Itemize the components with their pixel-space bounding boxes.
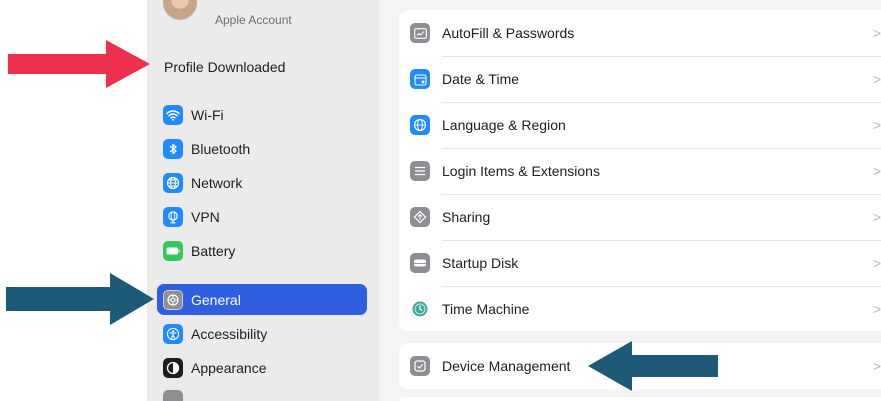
- avatar: [163, 0, 197, 20]
- row-label: Login Items & Extensions: [442, 163, 600, 179]
- sidebar-item-network[interactable]: Network: [157, 168, 367, 198]
- row-date-time[interactable]: Date & Time >: [399, 56, 881, 102]
- sidebar-item-label: Battery: [191, 243, 236, 259]
- sidebar-item-appearance[interactable]: Appearance: [157, 353, 367, 383]
- row-time-machine[interactable]: Time Machine >: [399, 286, 881, 332]
- globe-icon: [163, 173, 183, 193]
- apple-account-row[interactable]: Apple Account: [147, 0, 379, 40]
- chevron-right-icon: >: [872, 209, 881, 225]
- sidebar-item-label: VPN: [191, 209, 220, 225]
- row-startup-disk[interactable]: Startup Disk >: [399, 240, 881, 286]
- row-language-region[interactable]: Language & Region >: [399, 102, 881, 148]
- sidebar-item-bluetooth[interactable]: Bluetooth: [157, 134, 367, 164]
- time-machine-icon: [410, 299, 430, 319]
- vpn-icon: [163, 207, 183, 227]
- blue-arrow-device-management-annotation: [588, 341, 718, 391]
- chevron-right-icon: >: [872, 71, 881, 87]
- sidebar-item-label: General: [191, 291, 241, 308]
- autofill-icon: [410, 23, 430, 43]
- sidebar-item-battery[interactable]: Battery: [157, 236, 367, 266]
- row-label: Sharing: [442, 209, 491, 225]
- general-settings-group: AutoFill & Passwords > Date & Time > Lan…: [399, 10, 881, 331]
- sharing-icon: [410, 207, 430, 227]
- calendar-icon: [410, 69, 430, 89]
- chevron-right-icon: >: [872, 255, 881, 271]
- gear-icon: [163, 289, 183, 310]
- row-autofill-passwords[interactable]: AutoFill & Passwords >: [399, 10, 881, 56]
- row-label: Device Management: [442, 358, 571, 374]
- sidebar-item-label: Bluetooth: [191, 141, 251, 157]
- row-label: Time Machine: [442, 301, 530, 317]
- sidebar-item-label: Wi-Fi: [191, 107, 224, 123]
- chevron-right-icon: >: [872, 25, 881, 41]
- chevron-right-icon: >: [872, 358, 881, 374]
- sidebar-item-partial[interactable]: [157, 388, 367, 401]
- sidebar-item-accessibility[interactable]: Accessibility: [157, 319, 367, 349]
- row-label: Startup Disk: [442, 255, 519, 271]
- row-label: Date & Time: [442, 71, 520, 87]
- sidebar-item-general[interactable]: General: [157, 284, 367, 315]
- chevron-right-icon: >: [872, 301, 881, 317]
- row-sharing[interactable]: Sharing >: [399, 194, 881, 240]
- chevron-right-icon: >: [872, 117, 881, 133]
- accessibility-icon: [163, 324, 183, 344]
- profile-downloaded-item[interactable]: Profile Downloaded: [164, 59, 285, 75]
- row-label: Language & Region: [442, 117, 566, 133]
- menu-bar-icon: [163, 390, 183, 401]
- row-label: AutoFill & Passwords: [442, 25, 575, 41]
- sidebar-item-label: Appearance: [191, 360, 267, 376]
- sidebar-item-label: Network: [191, 175, 243, 191]
- red-arrow-annotation: [8, 40, 150, 88]
- row-login-items-extensions[interactable]: Login Items & Extensions >: [399, 148, 881, 194]
- apple-account-label: Apple Account: [215, 13, 292, 27]
- device-management-icon: [410, 356, 430, 376]
- next-settings-group: [399, 397, 881, 401]
- bluetooth-icon: [163, 139, 183, 159]
- sidebar-item-wifi[interactable]: Wi-Fi: [157, 100, 367, 130]
- sidebar-item-vpn[interactable]: VPN: [157, 202, 367, 232]
- appearance-icon: [163, 358, 183, 378]
- globe-icon: [410, 115, 430, 135]
- battery-icon: [163, 241, 183, 261]
- sidebar-item-label: Accessibility: [191, 326, 268, 342]
- disk-icon: [410, 253, 430, 273]
- list-icon: [410, 161, 430, 181]
- chevron-right-icon: >: [872, 163, 881, 179]
- wifi-icon: [163, 105, 183, 125]
- blue-arrow-general-annotation: [6, 273, 154, 325]
